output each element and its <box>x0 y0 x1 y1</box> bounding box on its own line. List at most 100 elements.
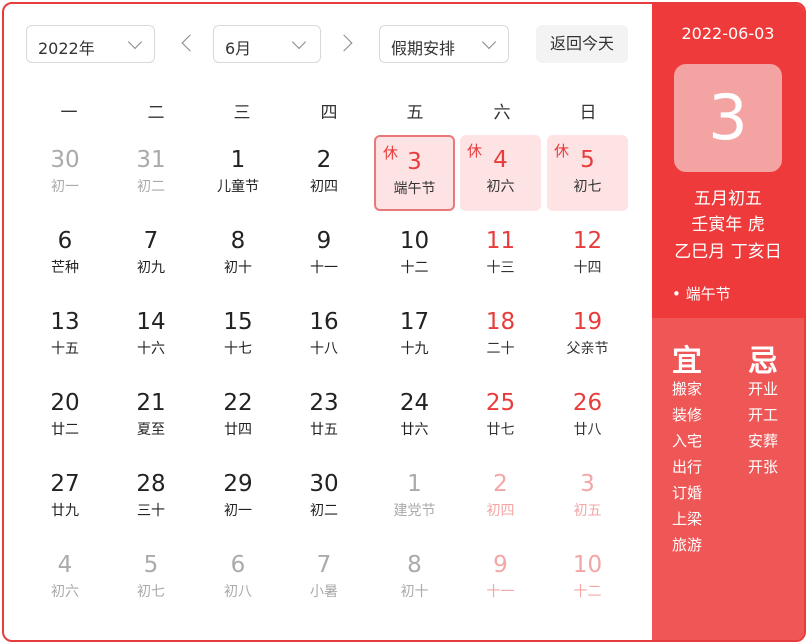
day-cell[interactable]: 7 小暑 <box>282 540 366 616</box>
day-cell[interactable]: 15 十七 <box>196 297 280 373</box>
lunar-day: 十一 <box>310 260 338 276</box>
day-number: 12 <box>572 228 603 254</box>
day-number: 16 <box>309 309 339 335</box>
day-cell[interactable]: 5 初七 <box>109 540 193 616</box>
day-number: 3 <box>580 471 595 497</box>
lunar-day: 初七 <box>573 179 602 195</box>
lunar-day: 廿五 <box>310 422 338 438</box>
day-cell[interactable]: 27 廿九 <box>23 459 107 535</box>
lunar-day: 端午节 <box>393 181 436 197</box>
weekday-label: 二 <box>147 103 165 123</box>
lunar-day: 初十 <box>224 260 252 276</box>
day-cell[interactable]: 19 父亲节 <box>547 297 628 373</box>
selected-date: 2022-06-03 <box>681 24 775 43</box>
day-cell[interactable]: 8 初十 <box>196 216 280 292</box>
day-number: 3 <box>407 149 422 175</box>
ji-item: 开张 <box>748 458 779 476</box>
day-cell[interactable]: 2 初四 <box>282 135 366 211</box>
lunar-day: 十一 <box>486 584 515 600</box>
day-cell[interactable]: 28 三十 <box>109 459 193 535</box>
day-cell[interactable]: 6 初八 <box>196 540 280 616</box>
day-number: 7 <box>316 552 332 578</box>
yi-item: 上梁 <box>672 510 703 528</box>
lunar-day: 初六 <box>51 584 79 600</box>
day-cell[interactable]: 1 建党节 <box>374 459 455 535</box>
month-select-value: 6月 <box>225 39 252 58</box>
day-cell[interactable]: 14 十六 <box>109 297 193 373</box>
lunar-day: 十四 <box>573 260 602 276</box>
day-cell[interactable]: 23 廿五 <box>282 378 366 454</box>
holiday-select[interactable]: 假期安排 <box>379 25 509 63</box>
day-cell[interactable]: 休 3 端午节 <box>374 135 455 211</box>
day-cell[interactable]: 11 十三 <box>460 216 541 292</box>
day-cell[interactable]: 9 十一 <box>282 216 366 292</box>
lunar-day: 父亲节 <box>566 341 609 357</box>
lunar-day: 十五 <box>51 341 79 357</box>
day-cell[interactable]: 29 初一 <box>196 459 280 535</box>
lunar-day: 十七 <box>224 341 252 357</box>
day-cell[interactable]: 17 十九 <box>374 297 455 373</box>
day-cell[interactable]: 24 廿六 <box>374 378 455 454</box>
ji-title: 忌 <box>748 344 778 379</box>
lunar-day: 初九 <box>137 260 165 276</box>
day-number: 8 <box>230 228 246 254</box>
day-cell[interactable]: 7 初九 <box>109 216 193 292</box>
ji-item: 开业 <box>748 380 779 398</box>
day-number: 1 <box>407 471 422 497</box>
lunar-day: 十二 <box>573 584 602 600</box>
day-cell[interactable]: 30 初二 <box>282 459 366 535</box>
weekday-label: 三 <box>233 103 251 123</box>
day-cell[interactable]: 21 夏至 <box>109 378 193 454</box>
day-cell[interactable]: 31 初二 <box>109 135 193 211</box>
weekday-label: 五 <box>406 103 424 123</box>
day-cell[interactable]: 4 初六 <box>23 540 107 616</box>
day-cell[interactable]: 10 十二 <box>374 216 455 292</box>
day-cell[interactable]: 9 十一 <box>460 540 541 616</box>
calendar-widget: 2022年 6月 假期安排 返回今天 一二三四五六日 30 初一 31 初二 1 儿童节 2… <box>2 2 806 642</box>
year-select[interactable]: 2022年 <box>26 25 155 63</box>
yi-item: 订婚 <box>672 484 703 502</box>
prev-month-icon[interactable] <box>181 34 199 52</box>
day-number: 8 <box>407 552 422 578</box>
day-cell[interactable]: 3 初五 <box>547 459 628 535</box>
day-cell[interactable]: 16 十八 <box>282 297 366 373</box>
day-number: 24 <box>399 390 430 416</box>
day-cell[interactable]: 12 十四 <box>547 216 628 292</box>
day-cell[interactable]: 休 5 初七 <box>547 135 628 211</box>
day-cell[interactable]: 20 廿二 <box>23 378 107 454</box>
day-cell[interactable]: 10 十二 <box>547 540 628 616</box>
lunar-day: 廿九 <box>51 503 79 519</box>
day-cell[interactable]: 休 4 初六 <box>460 135 541 211</box>
lunar-day: 廿六 <box>400 422 429 438</box>
day-cell[interactable]: 18 二十 <box>460 297 541 373</box>
day-cell[interactable]: 30 初一 <box>23 135 107 211</box>
day-cell[interactable]: 13 十五 <box>23 297 107 373</box>
day-number: 10 <box>399 228 430 254</box>
back-to-today-button[interactable]: 返回今天 <box>536 25 628 63</box>
lunar-day: 初七 <box>137 584 165 600</box>
day-cell[interactable]: 6 芒种 <box>23 216 107 292</box>
yi-item: 出行 <box>672 458 703 476</box>
selected-day-number: 3 <box>674 64 782 172</box>
yi-item: 旅游 <box>672 536 703 554</box>
month-select[interactable]: 6月 <box>213 25 321 63</box>
year-ganzhi: 壬寅年 虎 <box>691 215 765 235</box>
day-cell[interactable]: 1 儿童节 <box>196 135 280 211</box>
day-cell[interactable]: 26 廿八 <box>547 378 628 454</box>
yi-item: 搬家 <box>672 380 703 398</box>
lunar-day: 十六 <box>137 341 165 357</box>
day-number: 30 <box>309 471 339 497</box>
day-number: 9 <box>316 228 332 254</box>
next-month-icon[interactable] <box>335 34 353 52</box>
day-number: 13 <box>50 309 80 335</box>
lunar-day: 初二 <box>137 179 165 195</box>
day-cell[interactable]: 25 廿七 <box>460 378 541 454</box>
day-number: 28 <box>136 471 166 497</box>
lunar-day: 初四 <box>486 503 515 519</box>
day-cell[interactable]: 2 初四 <box>460 459 541 535</box>
day-cell[interactable]: 22 廿四 <box>196 378 280 454</box>
lunar-date: 五月初五 <box>694 189 762 209</box>
day-cell[interactable]: 8 初十 <box>374 540 455 616</box>
month-day-ganzhi: 乙巳月 丁亥日 <box>674 242 782 262</box>
holiday-select-value: 假期安排 <box>391 39 456 58</box>
